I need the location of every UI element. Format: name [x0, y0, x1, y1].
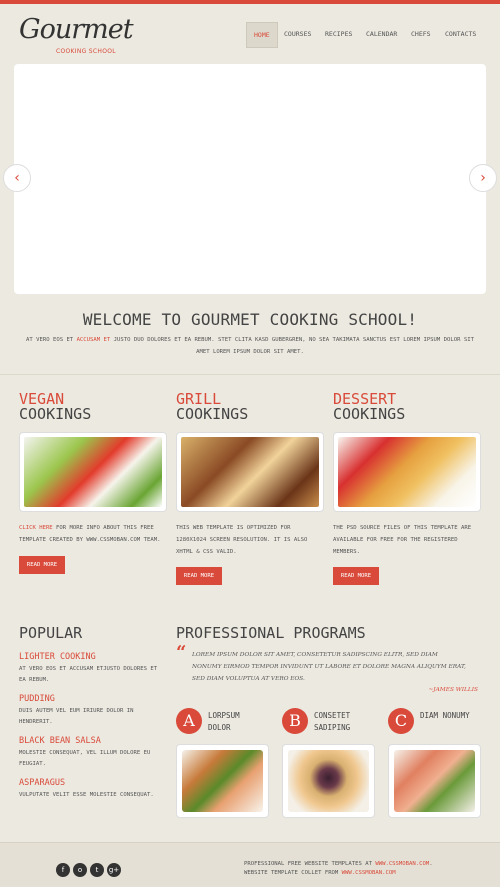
feature-dessert: DESSERT COOKINGS THE PSD SOURCE FILES OF …	[333, 392, 481, 585]
feature-text: CLICK HERE FOR MORE INFO ABOUT THIS FREE…	[19, 522, 167, 546]
intro-link[interactable]: ACCUSAM ET	[77, 337, 111, 343]
nav-recipes[interactable]: RECIPES	[325, 22, 352, 46]
welcome-intro: AT VERO EOS ET ACCUSAM ET JUSTO DUO DOLO…	[20, 334, 480, 358]
facebook-icon[interactable]: f	[56, 863, 70, 877]
feature-photo	[19, 432, 167, 512]
nav-courses[interactable]: COURSES	[284, 22, 311, 46]
footer-line-2: WEBSITE TEMPLATE COLLET FROM WWW.CSSMOBA…	[244, 869, 433, 878]
google-plus-icon[interactable]: g+	[107, 863, 121, 877]
popular-item-heading[interactable]: BLACK BEAN SALSA	[19, 736, 164, 746]
feature-title: VEGAN COOKINGS	[19, 392, 167, 422]
read-more-button[interactable]: READ MORE	[19, 556, 65, 574]
program-label-line: CONSETET	[314, 711, 351, 720]
popular-item-text: DUIS AUTEM VEL EUM IRIURE DOLOR IN HENDR…	[19, 708, 134, 725]
social-links: f o t g+	[56, 857, 124, 877]
feature-body: THIS WEB TEMPLATE IS OPTIMIZED FOR 1280X…	[176, 525, 308, 555]
feature-body: THE PSD SOURCE FILES OF THIS TEMPLATE AR…	[333, 525, 472, 555]
program-label-line: DOLOR	[208, 723, 231, 732]
site-footer: f o t g+ PROFESSIONAL FREE WEBSITE TEMPLATE…	[0, 842, 500, 887]
feature-vegan: VEGAN COOKINGS CLICK HERE FOR MORE INFO A…	[19, 392, 167, 574]
program-label-line: LORPSUM	[208, 711, 240, 720]
read-more-button[interactable]: READ MORE	[333, 567, 379, 585]
quote-author: ~JAMES WILLIS	[428, 687, 478, 693]
quote-icon: “	[176, 642, 187, 663]
feature-photo	[333, 432, 481, 512]
footer-text-part: .	[429, 861, 433, 867]
program-label: DIAM NONUMY	[420, 710, 470, 722]
popular-item: LIGHTER COOKING AT VERO EOS ET ACCUSAM E…	[19, 652, 164, 686]
footer-link[interactable]: WWW.CSSMOBAN.COM	[375, 861, 429, 867]
feature-link[interactable]: CLICK HERE	[19, 525, 53, 531]
feature-photo	[176, 432, 324, 512]
quote-text: LOREM IPSUM DOLOR SIT AMET, CONSETETUR S…	[192, 652, 466, 682]
program-photo	[388, 744, 481, 818]
hero-slider	[14, 64, 486, 294]
logo[interactable]: Gourmet COOKING SCHOOL	[19, 14, 134, 60]
feature-title-2: COOKINGS	[176, 405, 249, 423]
popular-item-heading[interactable]: PUDDING	[19, 694, 164, 704]
nav-chefs[interactable]: CHEFS	[411, 22, 431, 46]
popular-item-text: VULPUTATE VELIT ESSE MOLESTIE CONSEQUAT.	[19, 792, 154, 798]
footer-text-part: WEBSITE TEMPLATE COLLET FROM	[244, 870, 342, 876]
chevron-right-icon[interactable]: ›	[469, 164, 497, 192]
nav-home[interactable]: HOME	[246, 22, 278, 48]
program-photo	[282, 744, 375, 818]
logo-name: Gourmet	[19, 14, 134, 45]
footer-text: PROFESSIONAL FREE WEBSITE TEMPLATES AT W…	[244, 860, 433, 878]
program-letter-badge: C	[388, 708, 414, 734]
read-more-button[interactable]: READ MORE	[176, 567, 222, 585]
testimonial-quote: “ LOREM IPSUM DOLOR SIT AMET, CONSETETUR…	[176, 642, 466, 685]
feature-grill: GRILL COOKINGS THIS WEB TEMPLATE IS OPTIM…	[176, 392, 324, 585]
divider	[0, 374, 500, 375]
intro-text-rest: JUSTO DUO DOLORES ET EA REBUM. STET CLIT…	[110, 337, 474, 355]
flickr-icon[interactable]: o	[73, 863, 87, 877]
footer-line-1: PROFESSIONAL FREE WEBSITE TEMPLATES AT W…	[244, 860, 433, 869]
feature-text: THE PSD SOURCE FILES OF THIS TEMPLATE AR…	[333, 522, 481, 558]
chevron-left-icon[interactable]: ‹	[3, 164, 31, 192]
feature-title: GRILL COOKINGS	[176, 392, 324, 422]
program-label: LORPSUM DOLOR	[208, 710, 240, 734]
popular-item-text: AT VERO EOS ET ACCUSAM ETJUSTO DOLORES E…	[19, 666, 158, 683]
program-label-line: SADIPING	[314, 723, 351, 732]
program-letter-badge: B	[282, 708, 308, 734]
program-label: CONSETET SADIPING	[314, 710, 350, 734]
nav-contacts[interactable]: CONTACTS	[445, 22, 476, 46]
popular-item-heading[interactable]: LIGHTER COOKING	[19, 652, 164, 662]
popular-item: ASPARAGUS VULPUTATE VELIT ESSE MOLESTIE …	[19, 778, 164, 801]
popular-section: POPULAR LIGHTER COOKING AT VERO EOS ET A…	[19, 624, 164, 809]
feature-title-2: COOKINGS	[333, 405, 406, 423]
intro-text: AT VERO EOS ET	[26, 337, 77, 343]
feature-text: THIS WEB TEMPLATE IS OPTIMIZED FOR 1280X…	[176, 522, 324, 558]
welcome-title: WELCOME TO GOURMET COOKING SCHOOL!	[82, 310, 418, 329]
popular-item-text: MOLESTIE CONSEQUAT, VEL ILLUM DOLORE EU …	[19, 750, 151, 767]
popular-item-heading[interactable]: ASPARAGUS	[19, 778, 164, 788]
program-photo	[176, 744, 269, 818]
footer-link[interactable]: WWW.CSSMOBAN.COM	[342, 870, 396, 876]
program-label-line: DIAM NONUMY	[420, 711, 470, 720]
program-letter-badge: A	[176, 708, 202, 734]
logo-tagline: COOKING SCHOOL	[56, 48, 116, 55]
twitter-icon[interactable]: t	[90, 863, 104, 877]
popular-item: BLACK BEAN SALSA MOLESTIE CONSEQUAT, VEL…	[19, 736, 164, 770]
popular-title: POPULAR	[19, 624, 83, 642]
programs-section: PROFESSIONAL PROGRAMS “ LOREM IPSUM DOLO…	[176, 624, 484, 818]
nav-calendar[interactable]: CALENDAR	[366, 22, 397, 46]
feature-title-2: COOKINGS	[19, 405, 92, 423]
programs-title: PROFESSIONAL PROGRAMS	[176, 624, 366, 642]
feature-title: DESSERT COOKINGS	[333, 392, 481, 422]
popular-item: PUDDING DUIS AUTEM VEL EUM IRIURE DOLOR …	[19, 694, 164, 728]
footer-text-part: PROFESSIONAL FREE WEBSITE TEMPLATES AT	[244, 861, 376, 867]
site-header: Gourmet COOKING SCHOOL HOME COURSES RECI…	[0, 4, 500, 60]
